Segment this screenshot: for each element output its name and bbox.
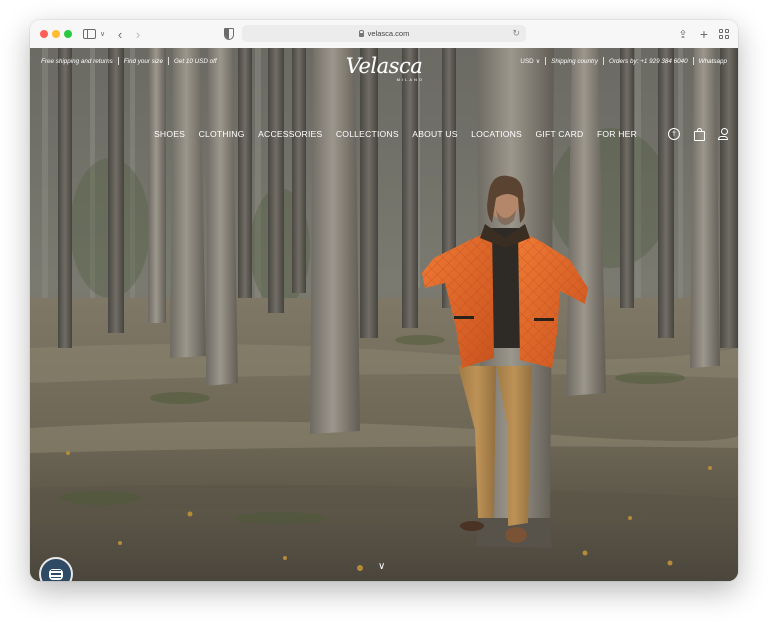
utility-links: USD ∨ Shipping country Orders by: +1 929 … <box>520 57 727 65</box>
browser-toolbar: ∨ ‹ › velasca.com ↻ ⇪ + <box>30 20 738 49</box>
shipping-country-link[interactable]: Shipping country <box>551 58 598 65</box>
nav-item-locations[interactable]: LOCATIONS <box>471 129 522 139</box>
site-logo[interactable]: Velasca MILANO <box>342 55 426 89</box>
hero-image <box>30 48 738 581</box>
share-icon[interactable]: ⇪ <box>677 26 689 42</box>
free-shipping-link[interactable]: Free shipping and returns <box>41 58 113 65</box>
main-navigation: SHOES CLOTHING ACCESSORIES COLLECTIONS A… <box>154 129 651 139</box>
accessibility-icon[interactable]: † <box>667 127 681 141</box>
nav-item-collections[interactable]: COLLECTIONS <box>336 129 399 139</box>
address-bar[interactable]: velasca.com ↻ <box>242 25 526 42</box>
whatsapp-link[interactable]: Whatsapp <box>699 58 727 65</box>
divider <box>545 57 547 65</box>
account-icon[interactable] <box>717 127 731 141</box>
nav-item-accessories[interactable]: ACCESSORIES <box>258 129 322 139</box>
url-text: velasca.com <box>367 29 410 38</box>
chevron-down-icon[interactable]: ∨ <box>97 26 105 42</box>
shopping-bag-icon[interactable] <box>692 127 706 141</box>
tab-overview-icon[interactable] <box>718 26 730 42</box>
chevron-down-icon: ∨ <box>535 58 541 65</box>
divider <box>117 57 119 65</box>
promo-links: Free shipping and returns Find your size… <box>41 57 217 65</box>
minimize-window-button[interactable] <box>52 30 60 38</box>
nav-item-gift-card[interactable]: GIFT CARD <box>535 129 583 139</box>
logo-wordmark: Velasca <box>345 54 423 78</box>
discount-link[interactable]: Get 10 USD off <box>174 58 217 65</box>
chat-icon <box>49 568 63 580</box>
reload-icon[interactable]: ↻ <box>512 28 520 39</box>
forward-arrow-icon[interactable]: › <box>132 26 144 42</box>
phone-orders-link[interactable]: Orders by: +1 929 384 6040 <box>609 58 688 65</box>
chevron-down-icon[interactable]: ∨ <box>378 561 385 572</box>
lock-icon <box>358 29 365 37</box>
currency-selector[interactable]: USD ∨ <box>520 58 540 65</box>
divider <box>603 57 605 65</box>
back-arrow-icon[interactable]: ‹ <box>114 26 126 42</box>
divider <box>692 57 694 65</box>
browser-window: ∨ ‹ › velasca.com ↻ ⇪ + Free shipping an… <box>30 20 738 581</box>
privacy-shield-icon[interactable] <box>223 26 235 42</box>
sidebar-toggle-icon[interactable] <box>82 26 96 42</box>
close-window-button[interactable] <box>40 30 48 38</box>
nav-item-clothing[interactable]: CLOTHING <box>199 129 245 139</box>
currency-label: USD <box>520 57 534 65</box>
divider <box>167 57 169 65</box>
nav-item-for-her[interactable]: FOR HER <box>597 129 637 139</box>
new-tab-icon[interactable]: + <box>698 26 710 42</box>
find-size-link[interactable]: Find your size <box>124 58 163 65</box>
nav-item-about-us[interactable]: ABOUT US <box>412 129 457 139</box>
hero-section: Free shipping and returns Find your size… <box>30 48 738 581</box>
nav-item-shoes[interactable]: SHOES <box>154 129 185 139</box>
zoom-window-button[interactable] <box>64 30 72 38</box>
